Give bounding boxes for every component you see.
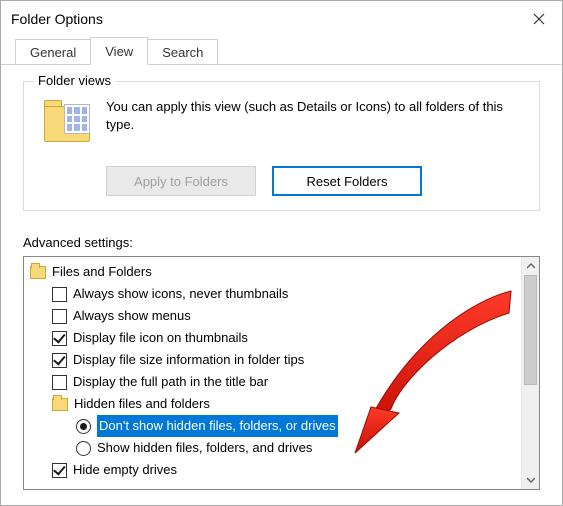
- tree-item-label: Show hidden files, folders, and drives: [97, 437, 312, 459]
- tree-item[interactable]: Always show menus: [30, 305, 521, 327]
- radio[interactable]: [76, 441, 91, 456]
- tree-item[interactable]: Always show icons, never thumbnails: [30, 283, 521, 305]
- tree-item[interactable]: Hide empty drives: [30, 459, 521, 481]
- tree-group-label: Hidden files and folders: [74, 393, 210, 415]
- scrollbar-track[interactable]: [522, 275, 539, 471]
- radio[interactable]: [76, 419, 91, 434]
- chevron-down-icon: [527, 477, 535, 483]
- folder-views-group: Folder views You can apply this view (su…: [23, 81, 540, 211]
- close-button[interactable]: [516, 3, 562, 35]
- tree-group-hidden: Hidden files and folders: [30, 393, 521, 415]
- tab-content: Folder views You can apply this view (su…: [1, 65, 562, 490]
- scrollbar[interactable]: [521, 257, 539, 489]
- tree-item-label: Don't show hidden files, folders, or dri…: [97, 415, 338, 437]
- tree-item[interactable]: Display file size information in folder …: [30, 349, 521, 371]
- checkbox[interactable]: [52, 287, 67, 302]
- tree-radio-item[interactable]: Show hidden files, folders, and drives: [30, 437, 521, 459]
- folder-views-legend: Folder views: [34, 73, 115, 88]
- scroll-up-button[interactable]: [522, 257, 539, 275]
- folder-views-description: You can apply this view (such as Details…: [106, 98, 525, 154]
- tree-item-label: Always show icons, never thumbnails: [73, 283, 288, 305]
- tree-group-label: Files and Folders: [52, 261, 152, 283]
- reset-folders-button[interactable]: Reset Folders: [272, 166, 422, 196]
- scrollbar-thumb[interactable]: [524, 275, 537, 385]
- tab-strip: General View Search: [1, 37, 562, 65]
- checkbox[interactable]: [52, 309, 67, 324]
- tree-item-label: Display the full path in the title bar: [73, 371, 268, 393]
- advanced-settings-label: Advanced settings:: [23, 235, 540, 250]
- apply-to-folders-button: Apply to Folders: [106, 166, 256, 196]
- tree-group-files-folders: Files and Folders: [30, 261, 521, 283]
- checkbox[interactable]: [52, 375, 67, 390]
- folder-views-icon: [44, 100, 94, 148]
- tab-view[interactable]: View: [90, 37, 148, 65]
- titlebar: Folder Options: [1, 1, 562, 37]
- tab-search[interactable]: Search: [147, 39, 218, 65]
- scroll-down-button[interactable]: [522, 471, 539, 489]
- advanced-settings-tree: Files and Folders Always show icons, nev…: [23, 256, 540, 490]
- window-title: Folder Options: [11, 11, 103, 27]
- tree-item[interactable]: Display file icon on thumbnails: [30, 327, 521, 349]
- tree-item-label: Always show menus: [73, 305, 191, 327]
- tree-item[interactable]: Display the full path in the title bar: [30, 371, 521, 393]
- close-icon: [533, 13, 545, 25]
- tab-general[interactable]: General: [15, 39, 91, 65]
- folder-icon: [30, 266, 46, 279]
- tree-scroll-area[interactable]: Files and Folders Always show icons, nev…: [24, 257, 521, 489]
- chevron-up-icon: [527, 263, 535, 269]
- checkbox[interactable]: [52, 331, 67, 346]
- folder-icon: [52, 398, 68, 411]
- tree-item-label: Display file icon on thumbnails: [73, 327, 248, 349]
- tree-item-label: Hide empty drives: [73, 459, 177, 481]
- tree-item-label: Display file size information in folder …: [73, 349, 304, 371]
- tree-radio-item[interactable]: Don't show hidden files, folders, or dri…: [30, 415, 521, 437]
- checkbox[interactable]: [52, 353, 67, 368]
- checkbox[interactable]: [52, 463, 67, 478]
